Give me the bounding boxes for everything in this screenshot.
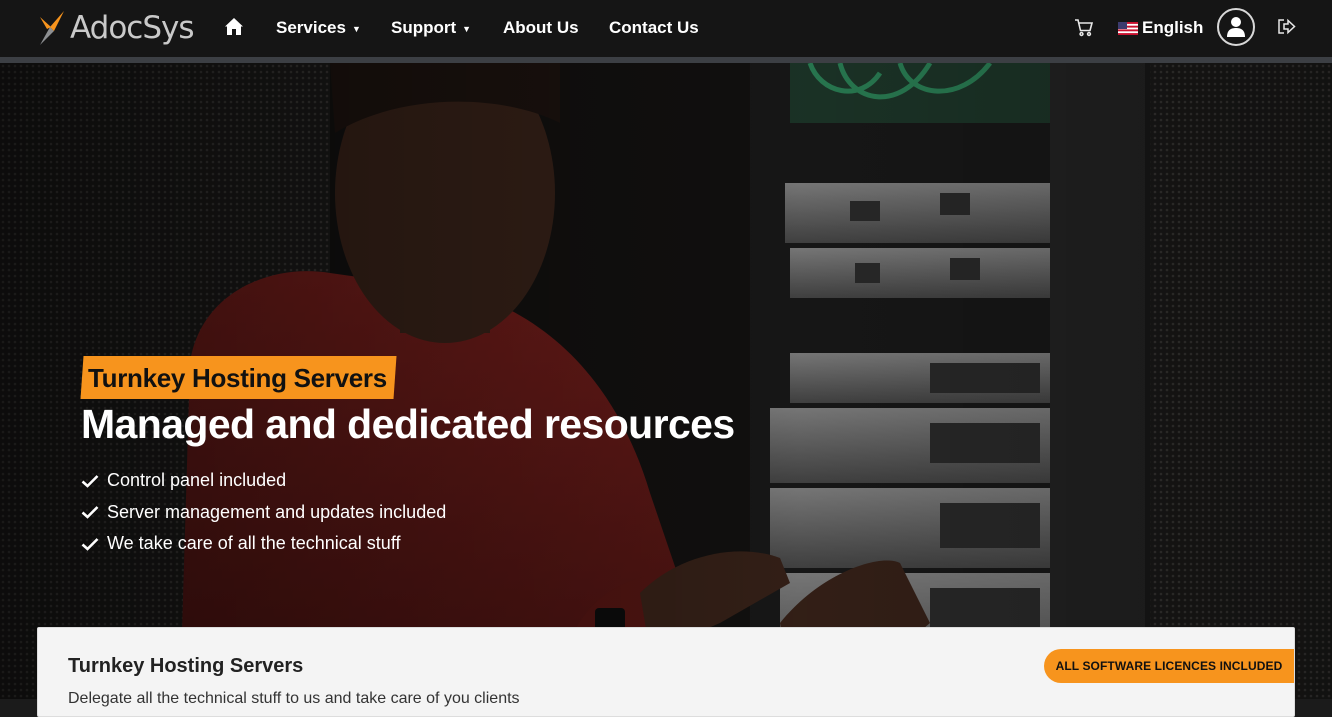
card-title: Turnkey Hosting Servers <box>68 655 304 677</box>
top-navbar: AdocSys Services ▼ Support ▼ About Us Cont… <box>0 0 1332 57</box>
language-label: English <box>1142 18 1204 37</box>
nav-about-us[interactable]: About Us <box>503 18 579 38</box>
logo-mark-icon <box>40 11 64 45</box>
cart-icon[interactable] <box>1074 18 1094 42</box>
hero-banner: Turnkey Hosting Servers Managed and dedi… <box>0 63 1332 699</box>
product-card: Turnkey Hosting Servers Delegate all the… <box>37 627 1295 717</box>
caret-down-icon: ▼ <box>351 23 361 34</box>
nav-services[interactable]: Services ▼ <box>276 18 361 39</box>
home-icon[interactable] <box>224 17 244 41</box>
checkmark-icon <box>81 537 99 551</box>
licences-badge: ALL SOFTWARE LICENCES INCLUDED <box>1044 649 1294 683</box>
nav-support[interactable]: Support ▼ <box>391 18 471 39</box>
feature-text: Server management and updates included <box>107 501 447 522</box>
feature-item: Server management and updates included <box>81 497 446 529</box>
language-selector[interactable]: English <box>1118 18 1203 38</box>
checkmark-icon <box>81 474 99 488</box>
feature-text: We take care of all the technical stuff <box>107 533 401 554</box>
caret-down-icon: ▼ <box>462 23 472 34</box>
brand-name: AdocSys <box>70 10 195 46</box>
checkmark-icon <box>81 506 99 520</box>
nav-contact-us[interactable]: Contact Us <box>609 18 699 38</box>
hero-title: Managed and dedicated resources <box>81 401 735 447</box>
user-icon <box>1227 17 1245 37</box>
nav-support-label: Support <box>391 18 457 37</box>
feature-item: Control panel included <box>81 465 446 497</box>
logout-icon[interactable] <box>1277 18 1296 40</box>
us-flag-icon <box>1118 21 1138 35</box>
hero-tag: Turnkey Hosting Servers <box>80 356 397 399</box>
user-account-button[interactable] <box>1217 8 1255 46</box>
hero-tag-label: Turnkey Hosting Servers <box>87 363 387 393</box>
brand-logo[interactable]: AdocSys <box>38 9 195 47</box>
nav-services-label: Services <box>276 18 346 37</box>
card-description: Delegate all the technical stuff to us a… <box>68 690 520 707</box>
feature-list: Control panel included Server management… <box>81 465 446 560</box>
feature-text: Control panel included <box>107 470 287 491</box>
feature-item: We take care of all the technical stuff <box>81 528 446 560</box>
